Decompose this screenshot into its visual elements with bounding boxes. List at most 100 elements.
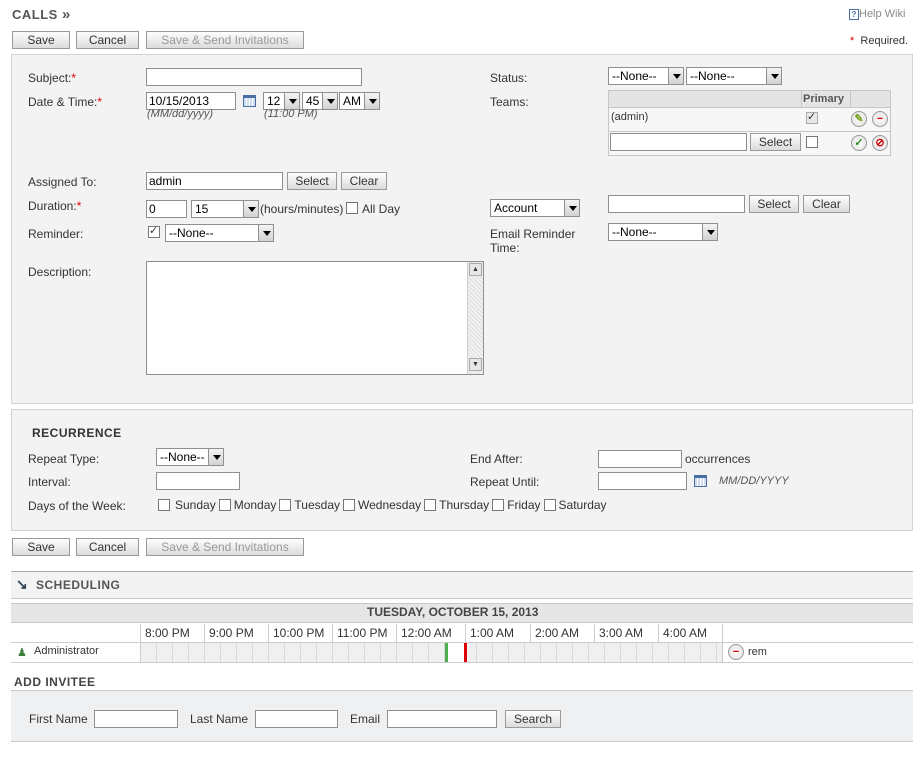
repeat-until-hint: MM/DD/YYYY xyxy=(719,475,789,487)
subject-input[interactable] xyxy=(146,68,362,86)
all-day-checkbox[interactable] xyxy=(346,202,358,214)
day-checkbox-wednesday[interactable] xyxy=(343,499,355,511)
all-day-label: All Day xyxy=(362,202,401,216)
page-title: CALLS » xyxy=(12,6,71,23)
team-select-button[interactable]: Select xyxy=(750,133,801,151)
required-note: * Required. xyxy=(850,35,909,47)
day-label-tuesday: Tuesday xyxy=(294,498,340,512)
parent-select-button[interactable]: Select xyxy=(749,195,799,213)
hour-label: 1:00 AM xyxy=(470,626,515,640)
scheduling-header[interactable] xyxy=(11,572,913,599)
repeat-type-label: Repeat Type: xyxy=(28,452,100,466)
day-label-saturday: Saturday xyxy=(558,498,607,512)
repeat-type-select[interactable]: --None-- xyxy=(156,448,224,466)
chevron-right-icon: » xyxy=(61,6,71,23)
day-label-wednesday: Wednesday xyxy=(358,498,422,512)
cancel-button-bottom[interactable]: Cancel xyxy=(76,538,139,556)
teams-row-name: (admin) xyxy=(611,111,649,123)
remove-invitee-icon[interactable]: − xyxy=(728,644,744,660)
recurrence-heading: RECURRENCE xyxy=(32,426,122,440)
meeting-end-marker xyxy=(464,643,467,662)
days-of-week-label: Days of the Week: xyxy=(28,499,126,513)
save-button-bottom[interactable]: Save xyxy=(12,538,70,556)
teams-label: Teams: xyxy=(490,95,529,109)
email-input[interactable] xyxy=(387,710,497,728)
reminder-label: Reminder: xyxy=(28,227,84,241)
remove-invitee-label[interactable]: rem xyxy=(748,646,767,658)
hour-label: 9:00 PM xyxy=(209,626,254,640)
email-reminder-select[interactable]: --None-- xyxy=(608,223,718,241)
add-invitee-heading: ADD INVITEE xyxy=(14,675,96,689)
calendar-icon[interactable] xyxy=(243,95,256,107)
day-checkbox-friday[interactable] xyxy=(492,499,505,511)
teams-primary-checkbox-new[interactable] xyxy=(806,136,818,148)
description-scrollbar[interactable]: ▲ ▼ xyxy=(467,262,483,374)
parent-type-select[interactable]: Account xyxy=(490,199,580,217)
description-textarea[interactable] xyxy=(146,261,484,375)
parent-clear-button[interactable]: Clear xyxy=(803,195,850,213)
assigned-to-label: Assigned To: xyxy=(28,175,97,189)
time-format-hint: (11:00 PM) xyxy=(264,108,318,120)
teams-primary-checkbox-admin xyxy=(806,110,818,124)
occurrences-label: occurrences xyxy=(685,452,751,466)
hour-label: 11:00 PM xyxy=(337,626,388,640)
status-direction-select[interactable]: --None-- xyxy=(608,67,684,85)
save-button[interactable]: Save xyxy=(12,31,70,49)
day-checkbox-tuesday[interactable] xyxy=(279,499,292,511)
duration-hours-input[interactable] xyxy=(146,200,187,218)
calendar-icon[interactable] xyxy=(694,475,707,487)
reminder-select[interactable]: --None-- xyxy=(165,224,274,242)
day-label-monday: Monday xyxy=(233,498,277,512)
day-checkbox-sunday[interactable] xyxy=(158,499,170,511)
parent-name-input[interactable] xyxy=(608,195,745,213)
recurrence-panel xyxy=(11,409,913,531)
assigned-to-input[interactable] xyxy=(146,172,283,190)
status-select[interactable]: --None-- xyxy=(686,67,782,85)
day-checkbox-thursday[interactable] xyxy=(424,499,437,511)
duration-label: Duration:* xyxy=(28,199,82,213)
interval-input[interactable] xyxy=(156,472,240,490)
help-link[interactable]: ? Help Wiki xyxy=(849,8,905,20)
team-name-input[interactable] xyxy=(610,133,747,151)
duration-minutes-select[interactable]: 15 xyxy=(191,200,259,218)
day-label-sunday: Sunday xyxy=(175,498,216,512)
repeat-until-input[interactable] xyxy=(598,472,687,490)
scheduling-date: TUESDAY, OCTOBER 15, 2013 xyxy=(367,605,539,619)
email-label: Email xyxy=(350,712,381,726)
day-label-thursday: Thursday xyxy=(439,498,490,512)
cancel-button[interactable]: Cancel xyxy=(76,31,139,49)
cancel-icon[interactable]: ⊘ xyxy=(872,135,888,151)
first-name-label: First Name xyxy=(29,712,88,726)
edit-icon[interactable]: ✎ xyxy=(851,111,867,127)
remove-icon[interactable]: − xyxy=(872,111,888,127)
assigned-clear-button[interactable]: Clear xyxy=(341,172,387,190)
repeat-until-label: Repeat Until: xyxy=(470,475,540,489)
description-label: Description: xyxy=(28,265,92,279)
first-name-input[interactable] xyxy=(94,710,178,728)
save-send-invitations-button[interactable]: Save & Send Invitations xyxy=(146,31,304,49)
hour-label: 10:00 PM xyxy=(273,626,325,640)
days-of-week-group: Sunday Monday Tuesday Wednesday Thursday… xyxy=(158,498,607,512)
attendee-timeline xyxy=(141,643,722,662)
last-name-label: Last Name xyxy=(190,712,249,726)
save-send-invitations-button-bottom[interactable]: Save & Send Invitations xyxy=(146,538,304,556)
collapse-arrow-icon[interactable]: ↘ xyxy=(16,576,28,593)
subject-label: Subject:* xyxy=(28,71,77,85)
teams-primary-header: Primary xyxy=(803,93,844,105)
search-button[interactable]: Search xyxy=(505,710,561,728)
day-checkbox-monday[interactable] xyxy=(218,499,231,511)
ampm-select[interactable]: AM xyxy=(339,92,380,110)
end-after-label: End After: xyxy=(470,452,523,466)
meeting-start-marker xyxy=(445,643,448,662)
hour-label: 2:00 AM xyxy=(535,626,580,640)
interval-label: Interval: xyxy=(28,475,71,489)
end-after-input[interactable] xyxy=(598,450,682,468)
last-name-input[interactable] xyxy=(255,710,338,728)
confirm-icon[interactable]: ✓ xyxy=(851,135,867,151)
email-reminder-label: Email Reminder Time: xyxy=(490,227,576,255)
user-icon: ♟ xyxy=(17,647,27,659)
scheduling-heading: SCHEDULING xyxy=(36,578,121,592)
assigned-select-button[interactable]: Select xyxy=(287,172,337,190)
day-checkbox-saturday[interactable] xyxy=(543,499,556,511)
reminder-checkbox[interactable] xyxy=(148,224,160,238)
